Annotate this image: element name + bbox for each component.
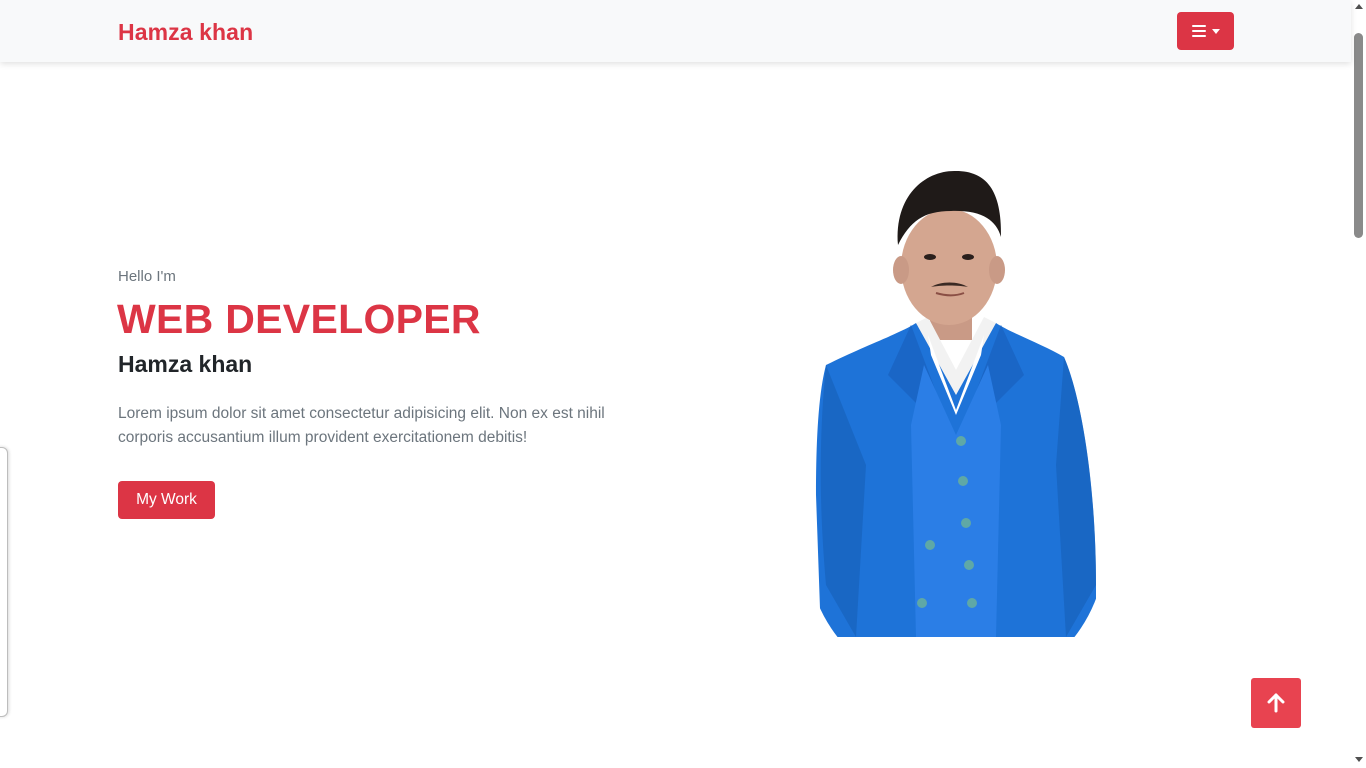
hero-title: WEB DEVELOPER (117, 296, 481, 342)
menu-toggle-button[interactable] (1177, 12, 1234, 50)
top-navbar: Hamza khan (0, 0, 1351, 62)
hero-description: Lorem ipsum dolor sit amet consectetur a… (118, 405, 605, 446)
scroll-to-top-button[interactable] (1251, 678, 1301, 728)
brand-logo[interactable]: Hamza khan (118, 19, 253, 46)
side-panel-tab[interactable] (0, 447, 8, 717)
my-work-button[interactable]: My Work (118, 481, 215, 519)
caret-down-icon (1211, 29, 1220, 34)
scroll-up-arrow-icon[interactable] (1355, 4, 1363, 9)
hero-name: Hamza khan (118, 351, 253, 377)
scrollbar-thumb[interactable] (1354, 33, 1363, 238)
hero-greeting: Hello I'm (118, 268, 176, 285)
scroll-down-arrow-icon[interactable] (1355, 757, 1363, 762)
profile-portrait-image (816, 170, 1096, 637)
arrow-up-icon (1267, 693, 1285, 713)
page-scrollbar[interactable] (1351, 0, 1366, 768)
hamburger-menu-icon (1191, 25, 1206, 37)
